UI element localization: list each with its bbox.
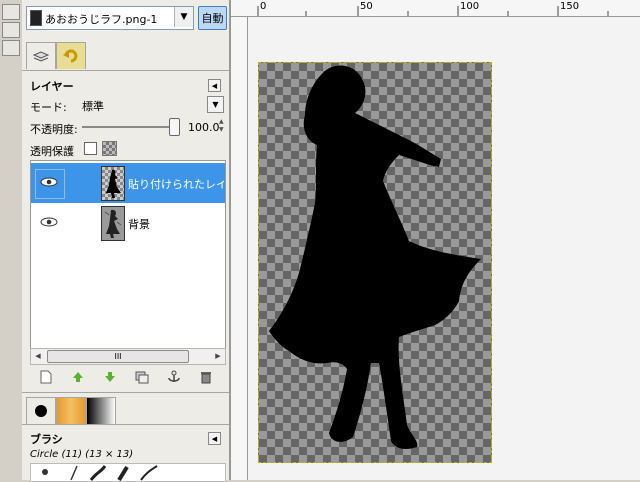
divider [22,392,229,393]
layer-row[interactable]: 貼り付けられたレイヤー [31,163,225,203]
ruler-tick-label: 50 [360,1,373,12]
undo-history-tab-icon [63,49,78,63]
opacity-value[interactable]: 100.0 [188,121,220,134]
layer-thumbnail [101,206,125,241]
tab-layers[interactable] [26,42,56,69]
scroll-right-icon[interactable]: ▶ [212,350,224,362]
opacity-slider-handle[interactable] [169,118,180,136]
layer-name[interactable]: 背景 [128,216,224,232]
delete-layer-icon[interactable] [198,369,214,385]
panel-menu-icon[interactable]: ◀ [208,79,221,92]
edge-button[interactable] [2,40,20,56]
brush-name: Circle (11) (13 × 13) [30,449,134,460]
chevron-down-icon[interactable]: ▼ [174,7,193,27]
pattern-icon [102,141,117,156]
tab-patterns[interactable] [56,397,86,424]
dock-tabs [22,40,229,71]
ruler-tick-label: 100 [460,1,480,12]
horizontal-ruler[interactable]: 0 50 100 150 [231,0,640,17]
duplicate-layer-icon[interactable] [134,369,150,385]
mode-select[interactable]: 標準 [82,98,104,114]
eye-icon[interactable] [39,175,59,189]
panel-title: ブラシ [30,433,63,446]
lock-alpha-label: 透明保護 [30,145,74,158]
scroll-left-icon[interactable]: ◀ [32,350,44,362]
opacity-slider[interactable] [82,126,180,128]
tab-brushes[interactable] [26,397,56,424]
new-layer-icon[interactable] [38,369,54,385]
layer-list-scrollbar[interactable]: ◀ III ▶ [30,348,226,365]
image-layer-canvas[interactable] [258,62,492,463]
image-name: あおおうじラフ.png-1 [45,13,158,26]
eye-icon[interactable] [39,215,59,229]
brush-dock-tabs [22,396,229,425]
image-canvas-area[interactable]: 0 50 100 150 [231,0,640,480]
image-selector[interactable]: あおおうじラフ.png-1 ▼ [26,6,194,30]
layers-tab-icon [32,51,50,62]
layer-toolbar [30,367,224,387]
opacity-label: 不透明度: [30,123,78,136]
brush-grid[interactable] [30,463,226,482]
panel-menu-icon[interactable]: ◀ [208,432,221,445]
tab-undo-history[interactable] [56,42,86,69]
silhouette-image [269,65,481,450]
vertical-ruler[interactable] [231,17,248,480]
edge-button[interactable] [2,4,20,20]
left-dock-edge [0,0,23,480]
layers-dock: あおおうじラフ.png-1 ▼ 自動 レイヤー ◀ モード: 標準 ▼ 不透明度… [22,0,231,482]
edge-button[interactable] [2,22,20,38]
brush-icon [35,405,47,417]
layer-thumbnail [101,166,125,201]
auto-button[interactable]: 自動 [198,6,227,30]
lower-layer-icon[interactable] [102,369,118,385]
mode-label: モード: [30,101,67,114]
ruler-tick-label: 0 [260,1,267,12]
spin-arrows-icon[interactable]: ▲ ▼ [219,118,225,134]
tab-gradients[interactable] [86,397,116,424]
layer-list[interactable]: 貼り付けられたレイヤー 背景 [30,160,226,352]
panel-title: レイヤー [30,80,74,93]
anchor-icon[interactable] [166,369,182,385]
layer-name[interactable]: 貼り付けられたレイヤー [128,176,224,192]
scrollbar-thumb[interactable]: III [47,350,189,363]
layer-row[interactable]: 背景 [31,203,225,243]
ruler-tick-label: 150 [560,1,580,12]
image-thumbnail [30,10,42,26]
chevron-down-icon[interactable]: ▼ [207,96,224,113]
lock-alpha-checkbox[interactable] [84,142,97,155]
raise-layer-icon[interactable] [70,369,86,385]
